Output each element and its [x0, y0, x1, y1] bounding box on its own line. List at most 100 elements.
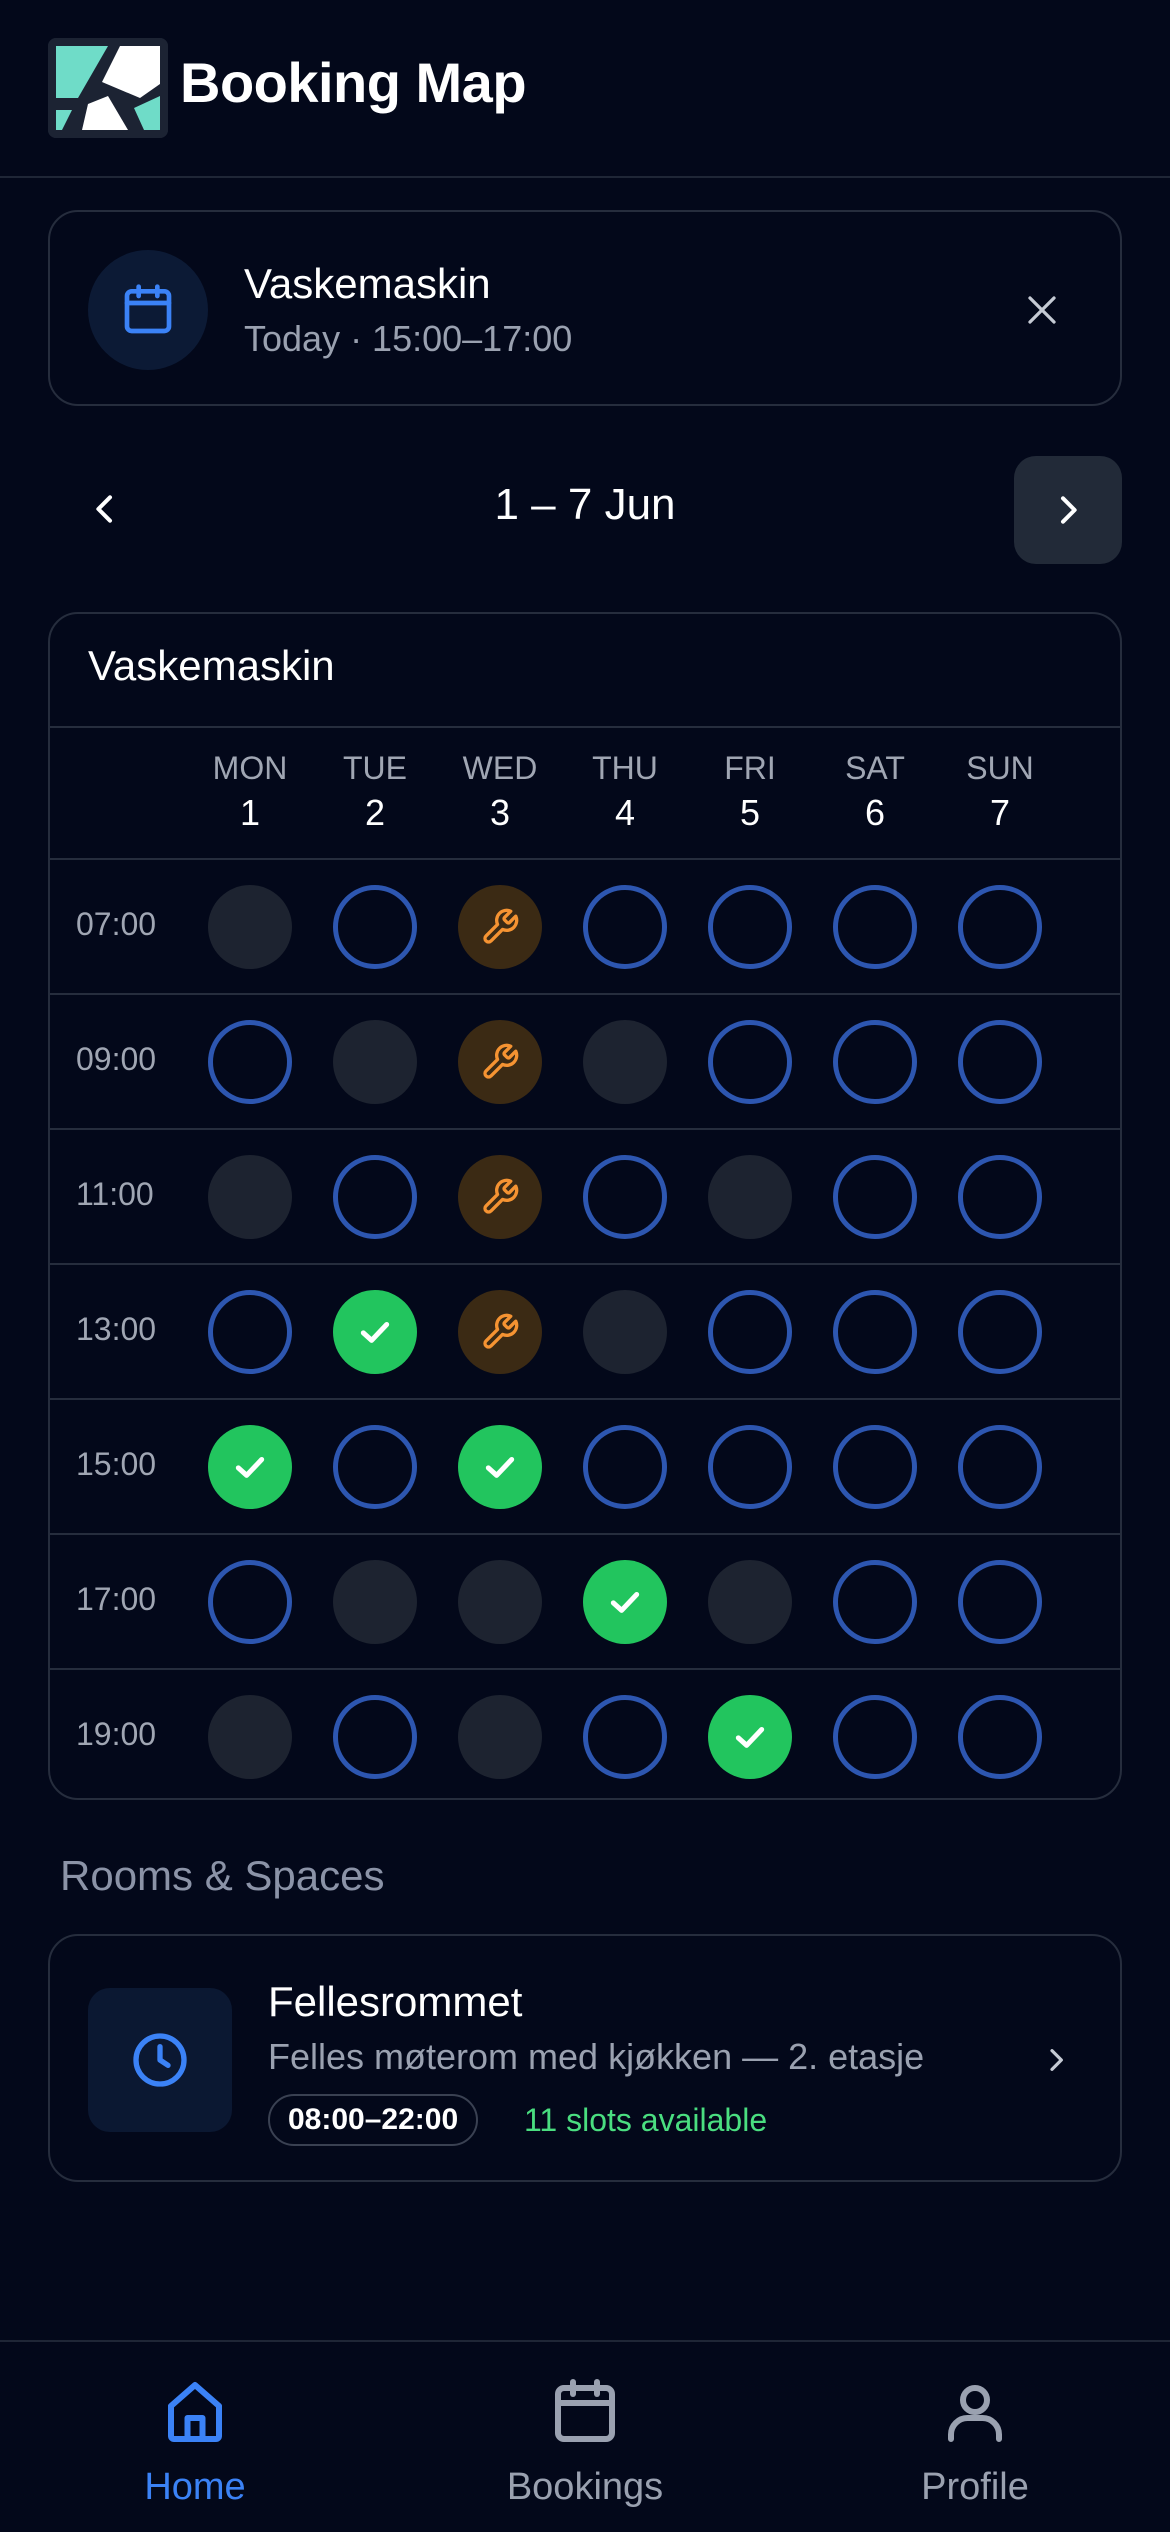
- slot-booked: [708, 1560, 792, 1644]
- slot-booked: [208, 1155, 292, 1239]
- check-icon: [480, 1447, 520, 1487]
- day-number: 5: [739, 792, 761, 833]
- slot-available[interactable]: [333, 1155, 417, 1239]
- room-name: Fellesrommet: [268, 1978, 523, 2025]
- wrench-icon: [480, 1177, 520, 1217]
- day-name: FRI: [724, 750, 776, 786]
- day-number: 2: [364, 792, 386, 833]
- day-header-wed: WED 3: [438, 728, 562, 858]
- check-icon: [605, 1582, 645, 1622]
- slot-available[interactable]: [833, 1425, 917, 1509]
- row-time-label: 11:00: [76, 1176, 154, 1212]
- slot-booked: [458, 1560, 542, 1644]
- day-header-sat: SAT 6: [813, 728, 937, 858]
- wrench-icon: [480, 1042, 520, 1082]
- day-header-fri: FRI 5: [688, 728, 812, 858]
- slot-my-booking[interactable]: [708, 1695, 792, 1779]
- slot-available[interactable]: [583, 1155, 667, 1239]
- room-hours-badge: 08:00–22:00: [268, 2094, 479, 2146]
- check-icon: [230, 1447, 270, 1487]
- app-title: Booking Map: [180, 51, 527, 114]
- calendar-row: 17:00: [50, 1533, 1120, 1668]
- slot-available[interactable]: [583, 885, 667, 969]
- chevron-right-icon: [1032, 2036, 1080, 2084]
- nav-bookings[interactable]: Bookings: [390, 2342, 780, 2532]
- slot-booked: [208, 1695, 292, 1779]
- slot-available[interactable]: [333, 1425, 417, 1509]
- slot-available[interactable]: [958, 1290, 1042, 1374]
- slot-my-booking[interactable]: [208, 1425, 292, 1509]
- slot-available[interactable]: [958, 1425, 1042, 1509]
- slot-available[interactable]: [958, 1020, 1042, 1104]
- slot-my-booking[interactable]: [458, 1425, 542, 1509]
- day-number: 6: [864, 792, 886, 833]
- slot-available[interactable]: [208, 1560, 292, 1644]
- day-number: 3: [489, 792, 511, 833]
- close-icon[interactable]: [1014, 282, 1070, 338]
- nav-home-label: Home: [144, 2466, 246, 2508]
- slot-available[interactable]: [208, 1020, 292, 1104]
- check-icon: [730, 1717, 770, 1757]
- selected-booking-card[interactable]: Vaskemaskin Today · 15:00–17:00: [48, 210, 1122, 406]
- slot-available[interactable]: [833, 885, 917, 969]
- user-icon: [948, 2385, 1002, 2442]
- slot-available[interactable]: [708, 1020, 792, 1104]
- day-name: WED: [462, 750, 538, 786]
- wrench-icon: [480, 1312, 520, 1352]
- room-card[interactable]: Fellesrommet Felles møterom med kjøkken …: [48, 1934, 1122, 2182]
- slot-available[interactable]: [958, 1695, 1042, 1779]
- slot-available[interactable]: [958, 1155, 1042, 1239]
- slot-booked: [208, 885, 292, 969]
- check-icon: [355, 1312, 395, 1352]
- day-name: SUN: [966, 750, 1034, 786]
- slot-booked: [458, 1695, 542, 1779]
- slot-available[interactable]: [583, 1695, 667, 1779]
- app-logo: [48, 38, 168, 138]
- nav-profile-label: Profile: [921, 2466, 1029, 2508]
- day-number: 4: [614, 792, 636, 833]
- slot-available[interactable]: [583, 1425, 667, 1509]
- slot-available[interactable]: [833, 1290, 917, 1374]
- slot-my-booking[interactable]: [333, 1290, 417, 1374]
- selected-booking-name: Vaskemaskin: [244, 260, 491, 307]
- day-header-mon: MON 1: [188, 728, 312, 858]
- slot-booked: [583, 1020, 667, 1104]
- calendar-icon: [555, 2379, 615, 2442]
- slot-available[interactable]: [958, 885, 1042, 969]
- slot-available[interactable]: [208, 1290, 292, 1374]
- slot-available[interactable]: [333, 885, 417, 969]
- calendar-icon: [88, 250, 208, 370]
- slot-available[interactable]: [708, 1425, 792, 1509]
- day-number: 1: [239, 792, 261, 833]
- slot-booked: [583, 1290, 667, 1374]
- day-header-tue: TUE 2: [313, 728, 437, 858]
- calendar-row: 13:00: [50, 1263, 1120, 1398]
- day-header-thu: THU 4: [563, 728, 687, 858]
- slot-available[interactable]: [833, 1560, 917, 1644]
- calendar-row: 09:00: [50, 993, 1120, 1128]
- rooms-section-title: Rooms & Spaces: [60, 1852, 385, 1899]
- nav-home[interactable]: Home: [0, 2342, 390, 2532]
- next-week-button[interactable]: [1014, 456, 1122, 564]
- slot-available[interactable]: [333, 1695, 417, 1779]
- slot-available[interactable]: [708, 1290, 792, 1374]
- slot-my-booking[interactable]: [583, 1560, 667, 1644]
- day-name: MON: [212, 750, 288, 786]
- row-time-label: 15:00: [76, 1446, 157, 1482]
- slot-available[interactable]: [833, 1695, 917, 1779]
- slot-available[interactable]: [958, 1560, 1042, 1644]
- slot-booked: [333, 1560, 417, 1644]
- room-description: Felles møterom med kjøkken — 2. etasje: [268, 2036, 925, 2077]
- row-time-label: 17:00: [76, 1581, 157, 1617]
- slot-available[interactable]: [833, 1155, 917, 1239]
- calendar-row: 19:00: [50, 1668, 1120, 1798]
- slot-available[interactable]: [833, 1020, 917, 1104]
- clock-icon: [88, 1988, 232, 2132]
- slot-available[interactable]: [708, 885, 792, 969]
- app-header: Booking Map: [0, 0, 1170, 178]
- calendar-title: Vaskemaskin: [88, 642, 335, 689]
- row-time-label: 07:00: [76, 906, 157, 942]
- nav-profile[interactable]: Profile: [780, 2342, 1170, 2532]
- nav-bookings-label: Bookings: [506, 2466, 664, 2508]
- row-time-label: 13:00: [76, 1311, 157, 1347]
